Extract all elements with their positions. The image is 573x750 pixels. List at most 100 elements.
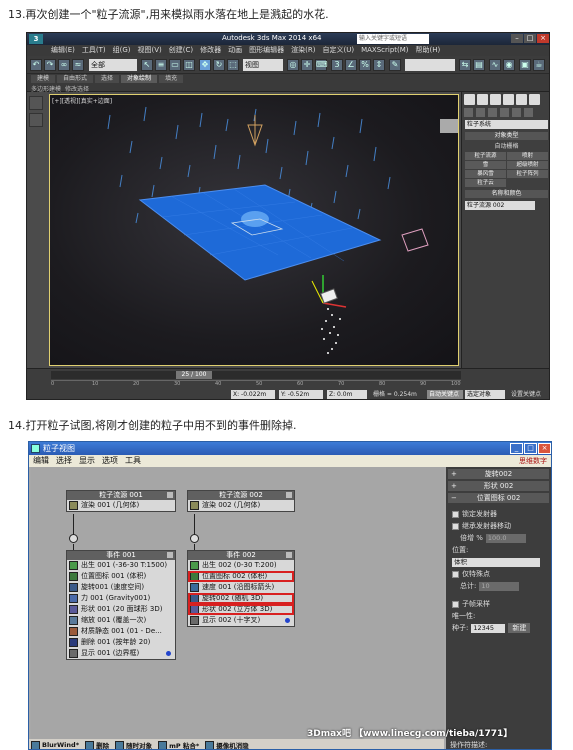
motion-tab-icon[interactable] — [503, 94, 514, 105]
autokey-button[interactable]: 自动关键点 — [427, 390, 463, 399]
perspective-viewport[interactable]: [+][透视][真实+边面] — [49, 94, 459, 366]
pv-menu-options[interactable]: 选项 — [102, 455, 118, 467]
cameras-icon[interactable] — [500, 108, 509, 117]
pv-close-button[interactable]: × — [538, 443, 551, 454]
event1-op-delete[interactable]: 删除 001 (按年龄 20) — [67, 637, 175, 648]
flow-header-1[interactable]: 粒子流源 001 — [67, 491, 175, 500]
unlink-icon[interactable]: ≈ — [72, 59, 84, 71]
event1-op-force[interactable]: 力 001 (Gravity001) — [67, 593, 175, 604]
menu-customize[interactable]: 自定义(U) — [322, 45, 354, 56]
select-by-name-icon[interactable]: ≡ — [155, 59, 167, 71]
distinct-points-checkbox[interactable]: 仅特殊点 — [446, 568, 551, 580]
depot-item-blurwind[interactable]: BlurWind* — [31, 740, 79, 749]
window-crossing-icon[interactable]: ◫ — [183, 59, 195, 71]
depot-item-delete[interactable]: 删除 — [85, 740, 109, 749]
spacewarps-icon[interactable] — [524, 108, 533, 117]
scale-icon[interactable]: ⬚ — [227, 59, 239, 71]
flow-op-render-2[interactable]: 渲染 002 (几何体) — [188, 500, 294, 511]
event1-op-birth[interactable]: 出生 001 (-36-30 T:1500) — [67, 560, 175, 571]
pivot-icon[interactable]: ◎ — [287, 59, 299, 71]
pv-minimize-button[interactable]: _ — [510, 443, 523, 454]
event2-op-position-icon[interactable]: 位置图标 002 (体积) — [188, 571, 294, 582]
event2-op-rotation[interactable]: 旋转002 (随机 3D) — [188, 593, 294, 604]
rotate-icon[interactable]: ↻ — [213, 59, 225, 71]
hierarchy-tab-icon[interactable] — [490, 94, 501, 105]
ribbon-tab-selection[interactable]: 选择 — [95, 75, 120, 83]
mirror-icon[interactable]: ⇆ — [459, 59, 471, 71]
y-coord-field[interactable]: Y: -0.52m — [279, 390, 323, 399]
rollout-shape[interactable]: + 形状 002 — [448, 481, 549, 491]
pv-menu-display[interactable]: 显示 — [79, 455, 95, 467]
close-button[interactable]: × — [537, 34, 549, 43]
spinner-snap-icon[interactable]: ⇕ — [373, 59, 385, 71]
redo-icon[interactable]: ↷ — [44, 59, 56, 71]
menu-graph-editors[interactable]: 图形编辑器 — [249, 45, 284, 56]
event-node-1[interactable]: 事件 001 出生 001 (-36-30 T:1500) 位置图标 001 (… — [66, 550, 176, 660]
event-display-canvas[interactable]: 粒子流源 001 渲染 001 (几何体) 事件 001 出生 001 (-36… — [31, 467, 444, 739]
menu-group[interactable]: 组(G) — [113, 45, 131, 56]
category-select[interactable]: 粒子系统 — [465, 120, 548, 129]
event1-op-scale[interactable]: 缩放 001 (覆盖一次) — [67, 615, 175, 626]
menu-tools[interactable]: 工具(T) — [82, 45, 106, 56]
menu-rendering[interactable]: 渲染(R) — [291, 45, 315, 56]
rect-select-icon[interactable]: ▭ — [169, 59, 181, 71]
reference-coord-select[interactable]: 视图 — [243, 59, 283, 71]
blizzard-button[interactable]: 暴风雪 — [465, 170, 506, 178]
select-object-icon[interactable]: ↖ — [141, 59, 153, 71]
event2-op-display[interactable]: 显示 002 (十字叉) — [188, 615, 294, 626]
event2-op-shape[interactable]: 形状 002 (立方体 3D) — [188, 604, 294, 615]
display-color-swatch[interactable] — [166, 651, 171, 656]
object-name-field[interactable]: 粒子流源 002 — [465, 201, 535, 210]
wire-connector-2[interactable] — [190, 534, 199, 543]
geometry-icon[interactable] — [464, 108, 473, 117]
pcloud-button[interactable]: 粒子云 — [465, 179, 506, 187]
display-tab-icon[interactable] — [516, 94, 527, 105]
seed-field[interactable]: 12345 — [471, 623, 506, 633]
x-coord-field[interactable]: X: -0.022m — [231, 390, 275, 399]
event1-op-display[interactable]: 显示 001 (边界框) — [67, 648, 175, 659]
percent-snap-icon[interactable]: % — [359, 59, 371, 71]
flow-node-2[interactable]: 粒子流源 002 渲染 002 (几何体) — [187, 490, 295, 512]
spray-button[interactable]: 喷射 — [507, 152, 548, 160]
lights-icon[interactable] — [488, 108, 497, 117]
depot-item-camera-cull[interactable]: 摄像机消隐 — [205, 740, 249, 749]
move-icon[interactable]: ✥ — [199, 59, 211, 71]
maximize-button[interactable]: □ — [524, 34, 536, 43]
pv-menu-tools[interactable]: 工具 — [125, 455, 141, 467]
menu-create[interactable]: 创建(C) — [169, 45, 193, 56]
track-bar[interactable]: 0 10 20 30 40 50 60 70 80 90 100 — [51, 380, 461, 387]
event-header-1[interactable]: 事件 001 — [67, 551, 175, 560]
menu-animation[interactable]: 动画 — [228, 45, 242, 56]
viewport-tool-icon[interactable] — [29, 113, 43, 127]
depot-item-random-object[interactable]: 随时对象 — [115, 740, 152, 749]
event2-op-birth[interactable]: 出生 002 (0-30 T:200) — [188, 560, 294, 571]
ribbon-tab-object-paint[interactable]: 对象绘制 — [121, 75, 158, 83]
material-editor-icon[interactable]: ◉ — [503, 59, 515, 71]
multiplier-field[interactable]: 100.0 — [485, 533, 526, 543]
subframe-checkbox[interactable]: 子帧采样 — [446, 598, 551, 610]
flow-header-2[interactable]: 粒子流源 002 — [188, 491, 294, 500]
menu-maxscript[interactable]: MAXScript(M) — [361, 45, 408, 56]
render-icon[interactable]: ☕ — [533, 59, 545, 71]
key-filter-select[interactable]: 选定对象 — [465, 390, 505, 399]
depot-item-mp-glue[interactable]: mP 粘合* — [158, 740, 199, 749]
pv-maximize-button[interactable]: □ — [524, 443, 537, 454]
minimize-button[interactable]: – — [511, 34, 523, 43]
event-node-2[interactable]: 事件 002 出生 002 (0-30 T:200) 位置图标 002 (体积)… — [187, 550, 295, 627]
pf-source-button[interactable]: 粒子流源 — [465, 152, 506, 160]
flow-op-render-1[interactable]: 渲染 001 (几何体) — [67, 500, 175, 511]
lock-emitter-checkbox[interactable]: 锁定发射器 — [446, 508, 551, 520]
selection-filter-select[interactable]: 全部 — [89, 59, 137, 71]
total-field[interactable]: 10 — [479, 581, 520, 591]
rollout-rotation[interactable]: + 旋转002 — [448, 469, 549, 479]
menu-help[interactable]: 帮助(H) — [416, 45, 441, 56]
ribbon-tab-populate[interactable]: 填充 — [159, 75, 184, 83]
pv-menu-edit[interactable]: 编辑 — [33, 455, 49, 467]
select-manipulate-icon[interactable]: ✛ — [301, 59, 313, 71]
align-icon[interactable]: ▤ — [473, 59, 485, 71]
name-color-rollout[interactable]: 名称和颜色 — [465, 190, 548, 198]
z-coord-field[interactable]: Z: 0.0m — [327, 390, 367, 399]
location-select[interactable]: 体积 — [452, 557, 540, 567]
event1-op-rotation[interactable]: 旋转001 (速度空间) — [67, 582, 175, 593]
menu-modifiers[interactable]: 修改器 — [200, 45, 221, 56]
